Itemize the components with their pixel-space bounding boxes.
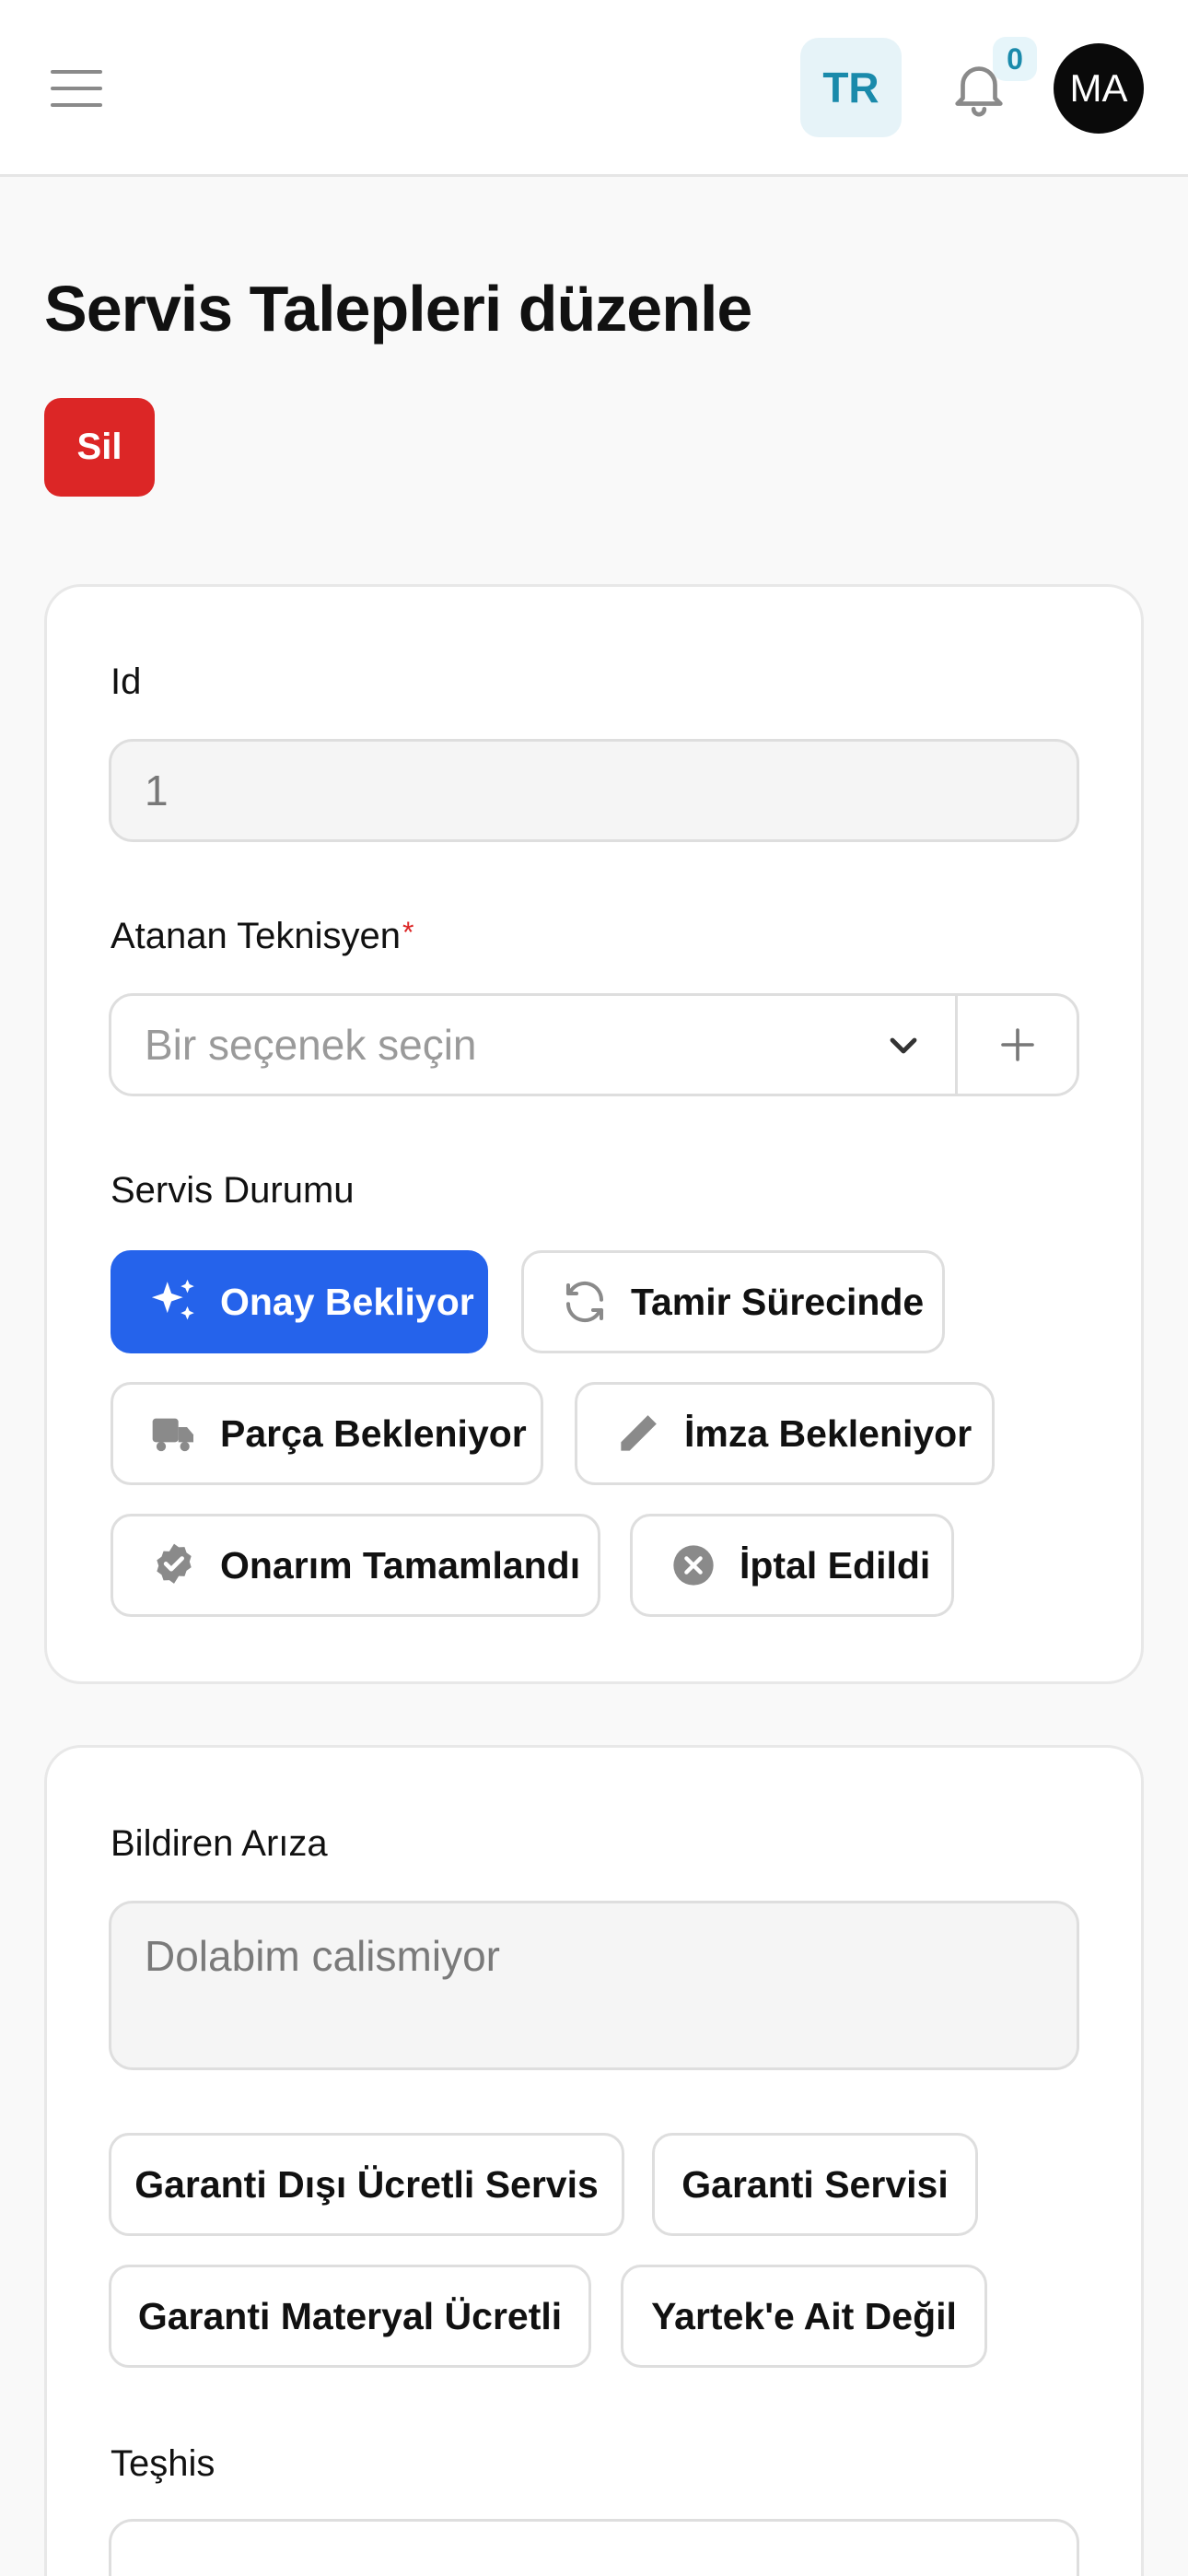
technician-label-text: Atanan Teknisyen bbox=[111, 916, 402, 956]
status-option-label: Onarım Tamamlandı bbox=[220, 1543, 581, 1587]
status-option-onay-bekliyor[interactable]: Onay Bekliyor bbox=[111, 1250, 488, 1353]
id-value: 1 bbox=[145, 767, 169, 814]
page-title: Servis Talepleri düzenle bbox=[44, 273, 752, 345]
status-label: Servis Durumu bbox=[111, 1170, 355, 1211]
warranty-option-garanti-materyal-ucretli[interactable]: Garanti Materyal Ücretli bbox=[109, 2265, 591, 2368]
fault-value: Dolabim calismiyor bbox=[145, 1932, 500, 1980]
chevron-down-icon bbox=[881, 1024, 926, 1068]
check-badge-icon bbox=[146, 1538, 202, 1593]
required-marker: * bbox=[402, 916, 414, 949]
status-option-label: İptal Edildi bbox=[740, 1543, 931, 1587]
status-option-onarim-tamamlandi[interactable]: Onarım Tamamlandı bbox=[111, 1514, 600, 1617]
refresh-icon bbox=[557, 1274, 612, 1329]
status-option-label: Tamir Sürecinde bbox=[631, 1280, 925, 1323]
status-option-label: Parça Bekleniyor bbox=[220, 1411, 527, 1455]
warranty-option-label: Garanti Materyal Ücretli bbox=[137, 2294, 563, 2337]
status-option-parca-bekleniyor[interactable]: Parça Bekleniyor bbox=[111, 1382, 543, 1485]
top-bar: TR 0 MA bbox=[0, 0, 1188, 177]
x-circle-icon bbox=[666, 1538, 721, 1593]
add-technician-icon[interactable] bbox=[955, 996, 1079, 1094]
diagnosis-label: Teşhis bbox=[111, 2443, 215, 2484]
status-option-iptal-edildi[interactable]: İptal Edildi bbox=[630, 1514, 954, 1617]
status-option-tamir-surecinde[interactable]: Tamir Sürecinde bbox=[521, 1250, 945, 1353]
pencil-icon bbox=[611, 1406, 666, 1461]
delete-button[interactable]: Sil bbox=[44, 398, 155, 497]
status-option-label: Onay Bekliyor bbox=[220, 1280, 474, 1323]
warranty-option-yartek-ait-degil[interactable]: Yartek'e Ait Değil bbox=[621, 2265, 987, 2368]
sparkles-icon bbox=[146, 1274, 202, 1329]
id-label: Id bbox=[111, 662, 142, 702]
warranty-option-garanti-disi-ucretli[interactable]: Garanti Dışı Ücretli Servis bbox=[109, 2133, 624, 2236]
id-field[interactable]: 1 bbox=[109, 739, 1079, 842]
truck-icon bbox=[146, 1406, 202, 1461]
technician-label: Atanan Teknisyen* bbox=[111, 916, 414, 957]
warranty-option-label: Garanti Dışı Ücretli Servis bbox=[134, 2162, 599, 2206]
fault-textarea[interactable]: Dolabim calismiyor bbox=[109, 1901, 1079, 2070]
status-option-imza-bekleniyor[interactable]: İmza Bekleniyor bbox=[575, 1382, 995, 1485]
warranty-option-label: Garanti Servisi bbox=[681, 2162, 949, 2206]
hamburger-menu-icon[interactable] bbox=[51, 70, 102, 107]
status-option-label: İmza Bekleniyor bbox=[684, 1411, 973, 1455]
notification-count-badge: 0 bbox=[993, 37, 1037, 81]
user-avatar[interactable]: MA bbox=[1054, 43, 1144, 134]
warranty-option-garanti-servisi[interactable]: Garanti Servisi bbox=[652, 2133, 978, 2236]
technician-placeholder: Bir seçenek seçin bbox=[145, 1021, 477, 1069]
diagnosis-textarea[interactable] bbox=[109, 2519, 1079, 2576]
warranty-option-label: Yartek'e Ait Değil bbox=[651, 2294, 957, 2337]
language-switcher[interactable]: TR bbox=[800, 38, 902, 137]
technician-select[interactable]: Bir seçenek seçin bbox=[109, 993, 1079, 1096]
fault-label: Bildiren Arıza bbox=[111, 1823, 328, 1864]
